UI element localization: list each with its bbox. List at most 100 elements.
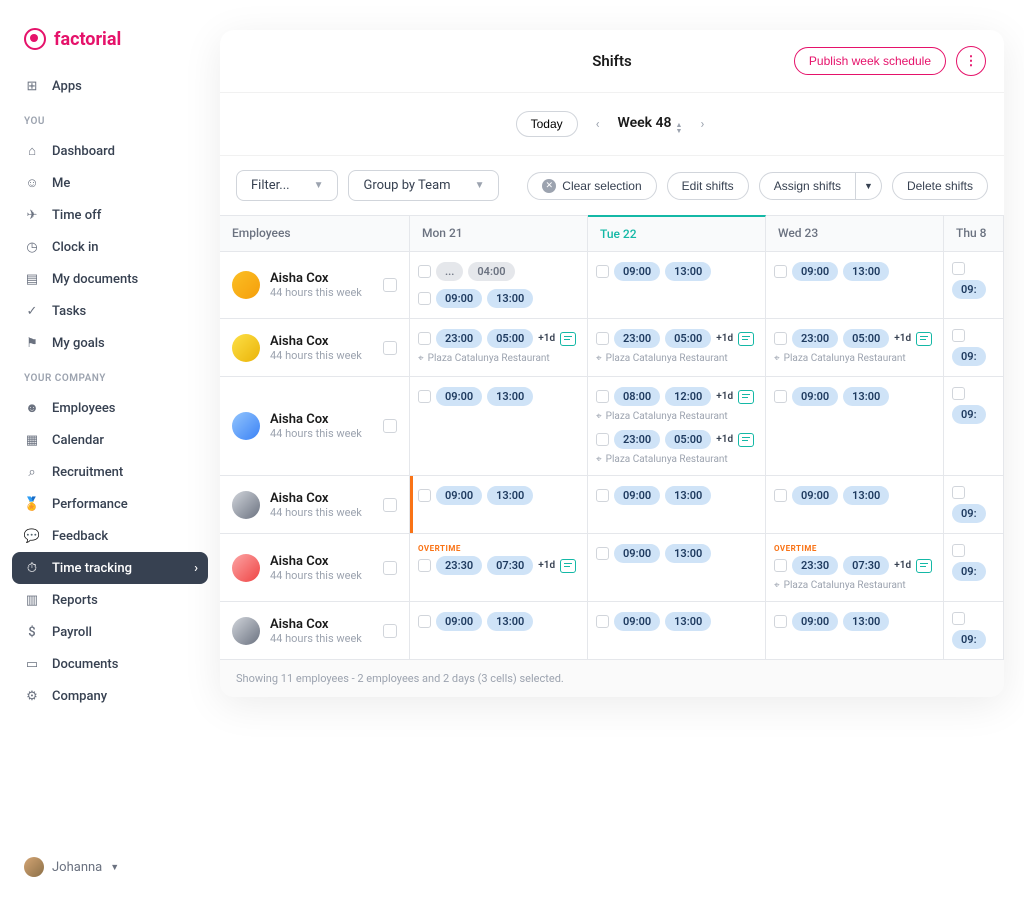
shift-cell[interactable]: 09:0013:00 [766, 602, 944, 660]
shift-cell[interactable]: 08:0012:00+1d ⌖Plaza Catalunya Restauran… [588, 377, 766, 476]
shift-cell[interactable]: 09:0013:00 [766, 377, 944, 476]
nav-mygoals[interactable]: ⚑My goals [0, 327, 220, 359]
shift-cell[interactable]: 09: [944, 319, 1004, 377]
nav-clockin[interactable]: ◷Clock in [0, 231, 220, 263]
employee-cell[interactable]: Aisha Cox44 hours this week [220, 377, 410, 476]
nav-timetracking[interactable]: ⏱Time tracking› [12, 552, 208, 584]
shift-checkbox[interactable] [596, 332, 609, 345]
more-button[interactable]: ⋮ [956, 46, 986, 76]
shift-cell[interactable]: OVERTIME 23:3007:30+1d ⌖Plaza Catalunya … [766, 534, 944, 602]
nav-tasks[interactable]: ✓Tasks [0, 295, 220, 327]
message-icon[interactable] [560, 559, 576, 573]
shift-checkbox[interactable] [418, 265, 431, 278]
groupby-select[interactable]: Group by Team▼ [348, 170, 499, 201]
message-icon[interactable] [916, 559, 932, 573]
employee-cell[interactable]: Aisha Cox44 hours this week [220, 476, 410, 534]
nav-mydocs[interactable]: ▤My documents [0, 263, 220, 295]
shift-checkbox[interactable] [418, 559, 431, 572]
shift-cell[interactable]: 09: [944, 252, 1004, 319]
nav-recruitment[interactable]: ⌕Recruitment [0, 456, 220, 488]
nav-feedback[interactable]: 💬Feedback [0, 520, 220, 552]
prev-week-button[interactable]: ‹ [592, 113, 604, 136]
col-mon[interactable]: Mon 21 [410, 216, 588, 252]
row-checkbox[interactable] [383, 341, 397, 355]
shift-cell[interactable]: 23:0005:00+1d ⌖Plaza Catalunya Restauran… [410, 319, 588, 377]
message-icon[interactable] [738, 433, 754, 447]
shift-checkbox[interactable] [774, 265, 787, 278]
nav-company[interactable]: ⚙Company [0, 680, 220, 712]
today-button[interactable]: Today [516, 111, 578, 137]
nav-payroll[interactable]: $Payroll [0, 616, 220, 648]
shift-cell[interactable]: 09: [944, 377, 1004, 476]
col-tue[interactable]: Tue 22 [588, 215, 766, 252]
filter-select[interactable]: Filter...▼ [236, 170, 338, 201]
col-thu[interactable]: Thu 8 [944, 216, 1004, 252]
row-checkbox[interactable] [383, 498, 397, 512]
shift-checkbox[interactable] [774, 559, 787, 572]
message-icon[interactable] [560, 332, 576, 346]
shift-checkbox[interactable] [418, 390, 431, 403]
nav-timeoff[interactable]: ✈Time off [0, 199, 220, 231]
shift-cell[interactable]: ...04:00 09:0013:00 [410, 252, 588, 319]
shift-cell[interactable]: 09:0013:00 [588, 476, 766, 534]
shift-checkbox[interactable] [952, 612, 965, 625]
row-checkbox[interactable] [383, 561, 397, 575]
next-week-button[interactable]: › [696, 113, 708, 136]
shift-checkbox[interactable] [952, 486, 965, 499]
shift-cell[interactable]: 09: [944, 476, 1004, 534]
employee-cell[interactable]: Aisha Cox44 hours this week [220, 319, 410, 377]
assign-shifts-more-button[interactable]: ▼ [856, 172, 882, 200]
shift-cell[interactable]: 23:0005:00+1d ⌖Plaza Catalunya Restauran… [588, 319, 766, 377]
shift-checkbox[interactable] [774, 332, 787, 345]
shift-cell[interactable]: 09:0013:00 [410, 476, 588, 534]
week-stepper[interactable]: ▲▼ [676, 122, 683, 134]
shift-checkbox[interactable] [418, 292, 431, 305]
nav-me[interactable]: ☺Me [0, 167, 220, 199]
shift-checkbox[interactable] [596, 615, 609, 628]
shift-cell[interactable]: 09: [944, 534, 1004, 602]
shift-cell[interactable]: 23:0005:00+1d ⌖Plaza Catalunya Restauran… [766, 319, 944, 377]
employee-cell[interactable]: Aisha Cox44 hours this week [220, 252, 410, 319]
shift-cell[interactable]: 09:0013:00 [766, 476, 944, 534]
user-menu[interactable]: Johanna ▼ [0, 843, 220, 891]
shift-checkbox[interactable] [596, 265, 609, 278]
col-wed[interactable]: Wed 23 [766, 216, 944, 252]
shift-cell[interactable]: 09:0013:00 [766, 252, 944, 319]
shift-checkbox[interactable] [418, 615, 431, 628]
row-checkbox[interactable] [383, 624, 397, 638]
shift-checkbox[interactable] [774, 489, 787, 502]
clear-selection-button[interactable]: ✕Clear selection [527, 172, 656, 200]
shift-cell[interactable]: 09: [944, 602, 1004, 660]
row-checkbox[interactable] [383, 419, 397, 433]
delete-shifts-button[interactable]: Delete shifts [892, 172, 988, 200]
message-icon[interactable] [738, 390, 754, 404]
shift-cell[interactable]: 09:0013:00 [410, 602, 588, 660]
shift-cell[interactable]: 09:0013:00 [588, 534, 766, 602]
shift-checkbox[interactable] [774, 615, 787, 628]
message-icon[interactable] [738, 332, 754, 346]
shift-cell[interactable]: 09:0013:00 [588, 602, 766, 660]
assign-shifts-button[interactable]: Assign shifts [759, 172, 856, 200]
nav-employees[interactable]: ☻Employees [0, 392, 220, 424]
shift-checkbox[interactable] [952, 387, 965, 400]
shift-cell[interactable]: 09:0013:00 [588, 252, 766, 319]
publish-button[interactable]: Publish week schedule [794, 47, 946, 75]
shift-checkbox[interactable] [596, 547, 609, 560]
shift-checkbox[interactable] [418, 489, 431, 502]
shift-checkbox[interactable] [952, 544, 965, 557]
nav-apps[interactable]: ⊞ Apps [0, 70, 220, 102]
nav-dashboard[interactable]: ⌂Dashboard [0, 135, 220, 167]
nav-calendar[interactable]: ▦Calendar [0, 424, 220, 456]
shift-checkbox[interactable] [952, 262, 965, 275]
shift-checkbox[interactable] [952, 329, 965, 342]
employee-cell[interactable]: Aisha Cox44 hours this week [220, 534, 410, 602]
shift-checkbox[interactable] [596, 489, 609, 502]
shift-cell[interactable]: 09:0013:00 [410, 377, 588, 476]
employee-cell[interactable]: Aisha Cox44 hours this week [220, 602, 410, 660]
shift-checkbox[interactable] [418, 332, 431, 345]
shift-checkbox[interactable] [596, 433, 609, 446]
row-checkbox[interactable] [383, 278, 397, 292]
nav-performance[interactable]: 🏅Performance [0, 488, 220, 520]
nav-documents[interactable]: ▭Documents [0, 648, 220, 680]
shift-checkbox[interactable] [774, 390, 787, 403]
